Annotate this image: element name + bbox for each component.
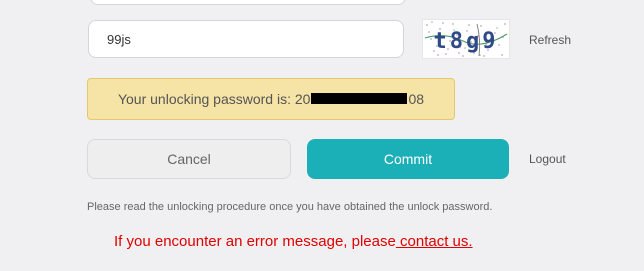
- logout-link[interactable]: Logout: [529, 152, 566, 166]
- error-message: If you encounter an error message, pleas…: [114, 233, 473, 250]
- unlock-password-banner: Your unlocking password is: 20 08: [87, 78, 455, 120]
- contact-us-link[interactable]: contact us.: [396, 233, 473, 250]
- captcha-image: t8g9: [422, 19, 510, 59]
- cancel-button[interactable]: Cancel: [87, 139, 291, 179]
- banner-text-prefix: Your unlocking password is: 20: [117, 91, 311, 107]
- banner-text-suffix: 08: [408, 91, 425, 107]
- refresh-captcha-link[interactable]: Refresh: [529, 33, 571, 47]
- unlock-notice-text: Please read the unlocking procedure once…: [87, 201, 493, 213]
- captcha-input[interactable]: [88, 20, 404, 58]
- captcha-text: t8g9: [434, 29, 499, 54]
- redaction-bar: [311, 92, 408, 104]
- previous-input-field[interactable]: [90, 0, 406, 5]
- error-message-text: If you encounter an error message, pleas…: [114, 233, 396, 250]
- commit-button[interactable]: Commit: [307, 139, 509, 179]
